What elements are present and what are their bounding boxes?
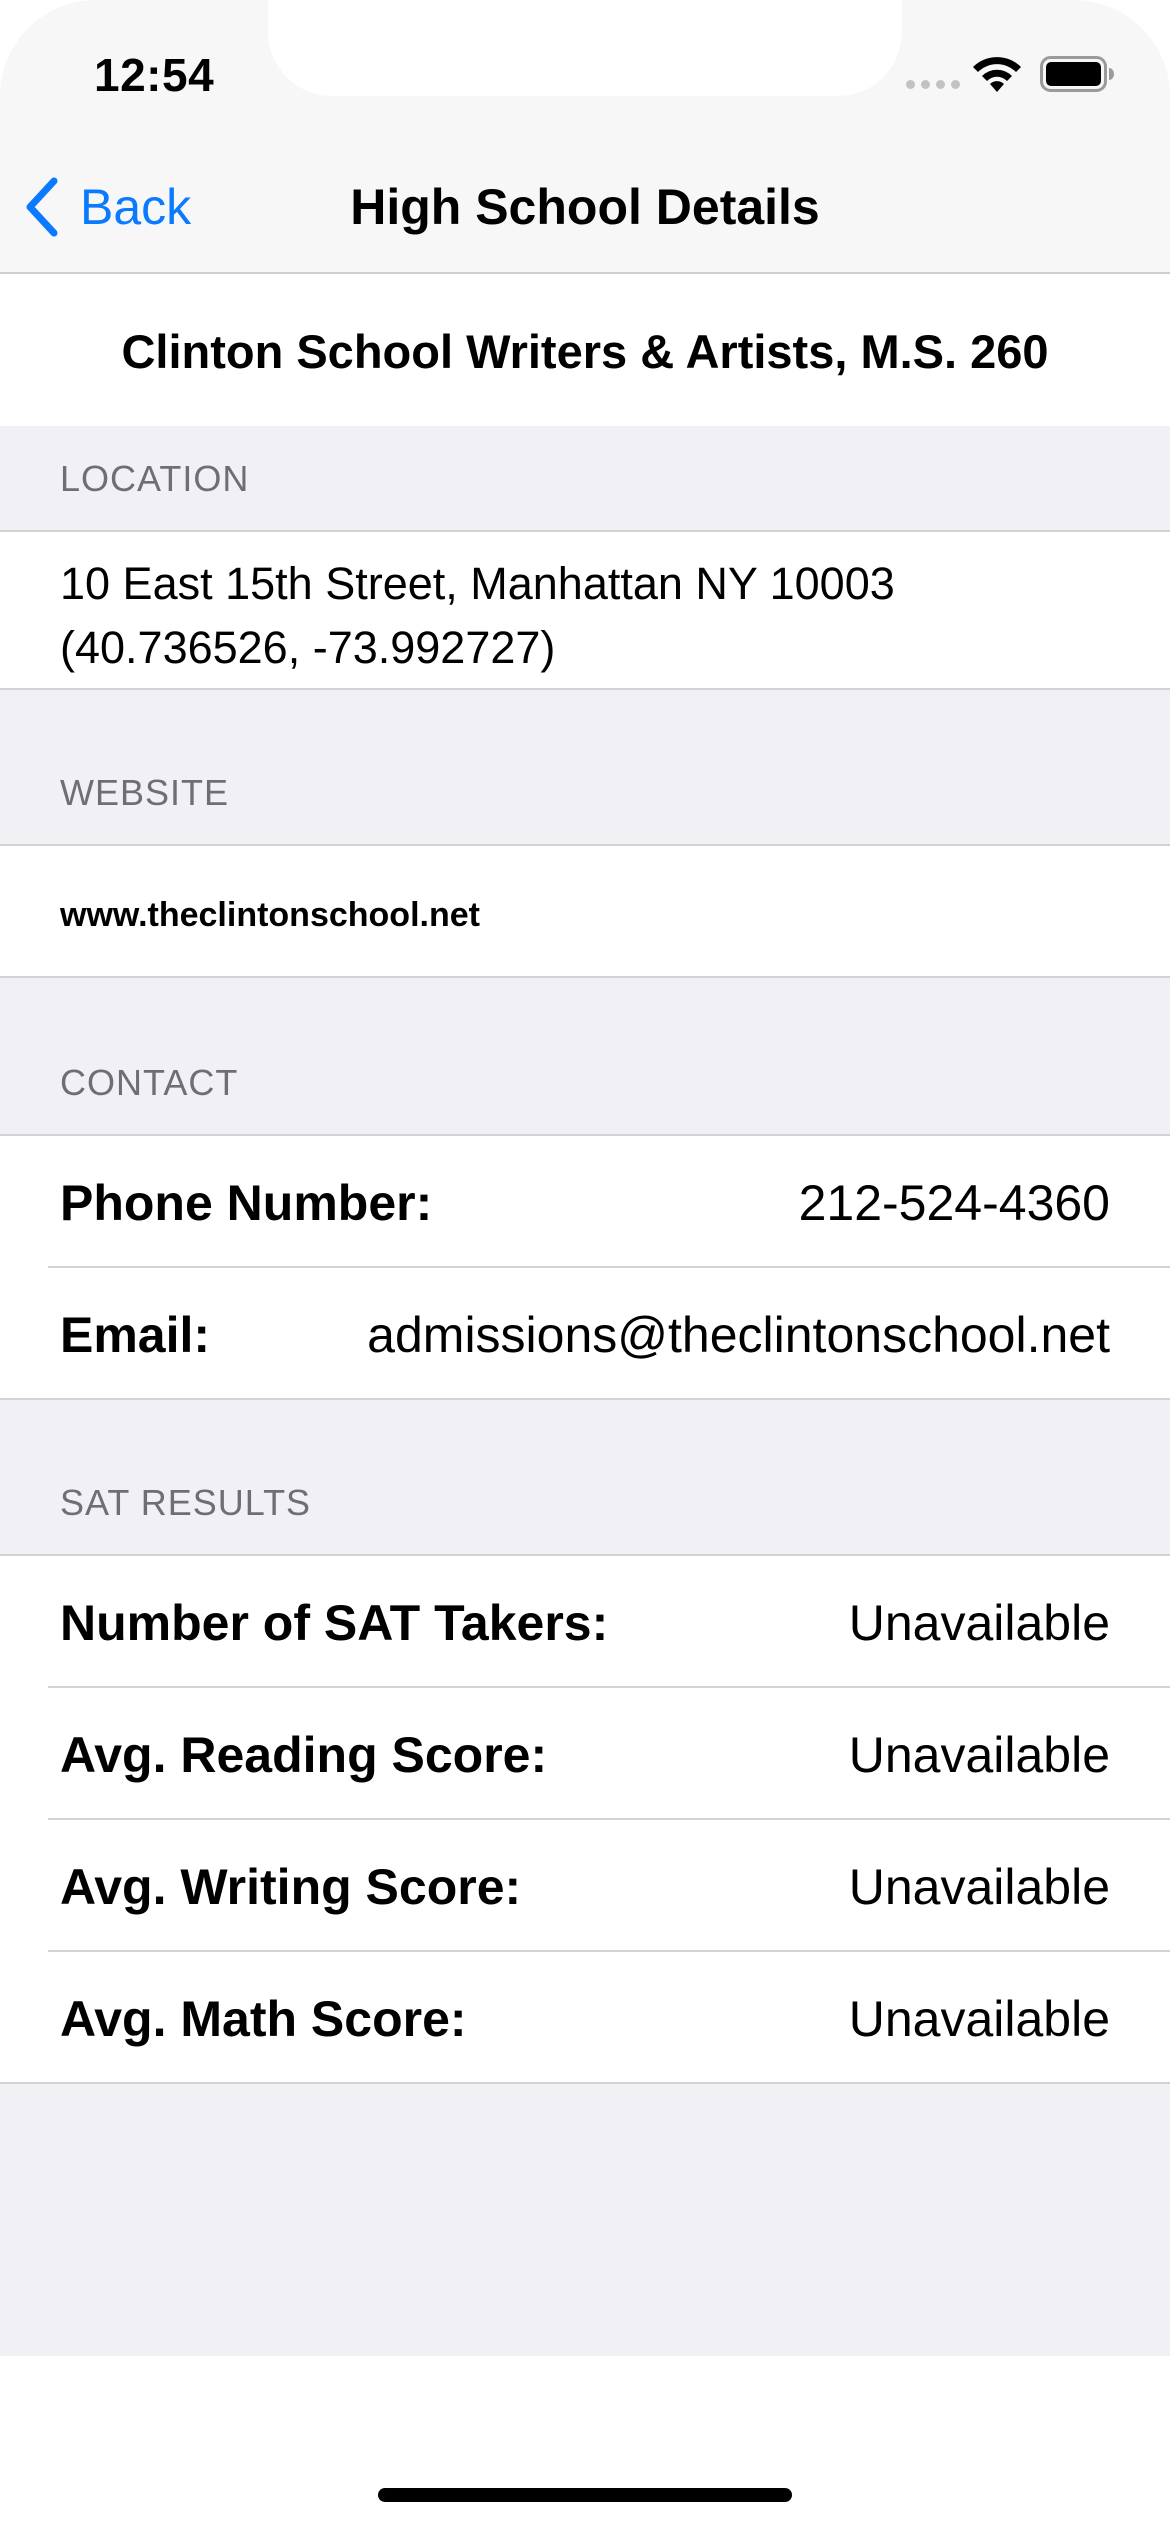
wifi-icon [973, 57, 1021, 92]
reading-score-value: Unavailable [848, 1727, 1110, 1783]
email-label: Email: [60, 1307, 211, 1363]
separator [0, 1398, 1170, 1400]
battery-icon [1040, 56, 1114, 92]
writing-score-row: Avg. Writing Score: Unavailable [0, 1820, 1170, 1950]
writing-score-value: Unavailable [848, 1859, 1110, 1915]
section-header-sat: SAT RESULTS [60, 1482, 312, 1523]
cellular-signal-icon [906, 80, 960, 89]
contact-cell-group: Phone Number: 212-524-4360 Email: admiss… [0, 1136, 1170, 1398]
status-time: 12:54 [94, 49, 215, 101]
home-indicator[interactable] [378, 2488, 792, 2502]
school-name-row: Clinton School Writers & Artists, M.S. 2… [0, 276, 1170, 426]
device-notch [268, 0, 902, 96]
email-value[interactable]: admissions@theclintonschool.net [367, 1306, 1110, 1364]
phone-value[interactable]: 212-524-4360 [799, 1174, 1110, 1232]
separator [0, 2082, 1170, 2084]
sat-takers-value: Unavailable [848, 1595, 1110, 1651]
email-row[interactable]: Email: admissions@theclintonschool.net [0, 1268, 1170, 1398]
section-header-contact: CONTACT [60, 1062, 239, 1103]
phone-label: Phone Number: [60, 1175, 433, 1231]
address-line: 10 East 15th Street, Manhattan NY 10003 [60, 558, 895, 609]
address-text: 10 East 15th Street, Manhattan NY 10003 … [60, 552, 895, 680]
section-header-website: WEBSITE [60, 772, 230, 813]
writing-score-label: Avg. Writing Score: [60, 1859, 522, 1915]
website-link[interactable]: www.theclintonschool.net [60, 896, 480, 935]
sat-cell-group: Number of SAT Takers: Unavailable Avg. R… [0, 1556, 1170, 2082]
sat-takers-row: Number of SAT Takers: Unavailable [0, 1556, 1170, 1686]
separator [0, 976, 1170, 978]
reading-score-label: Avg. Reading Score: [60, 1727, 548, 1783]
math-score-value: Unavailable [848, 1991, 1110, 2047]
page-title: High School Details [350, 179, 820, 235]
coordinates: (40.736526, -73.992727) [60, 622, 556, 673]
website-cell[interactable]: www.theclintonschool.net [0, 846, 1170, 976]
school-name: Clinton School Writers & Artists, M.S. 2… [121, 324, 1049, 378]
math-score-label: Avg. Math Score: [60, 1991, 467, 2047]
location-cell: 10 East 15th Street, Manhattan NY 10003 … [0, 532, 1170, 688]
math-score-row: Avg. Math Score: Unavailable [0, 1952, 1170, 2082]
sat-takers-label: Number of SAT Takers: [60, 1595, 609, 1651]
navigation-bar: 12:54 Back High School Details [0, 0, 1170, 274]
screen: 12:54 Back High School Details Clinton S… [0, 0, 1170, 2532]
reading-score-row: Avg. Reading Score: Unavailable [0, 1688, 1170, 1818]
separator [0, 688, 1170, 690]
section-header-location: LOCATION [60, 458, 250, 499]
phone-row[interactable]: Phone Number: 212-524-4360 [0, 1136, 1170, 1266]
